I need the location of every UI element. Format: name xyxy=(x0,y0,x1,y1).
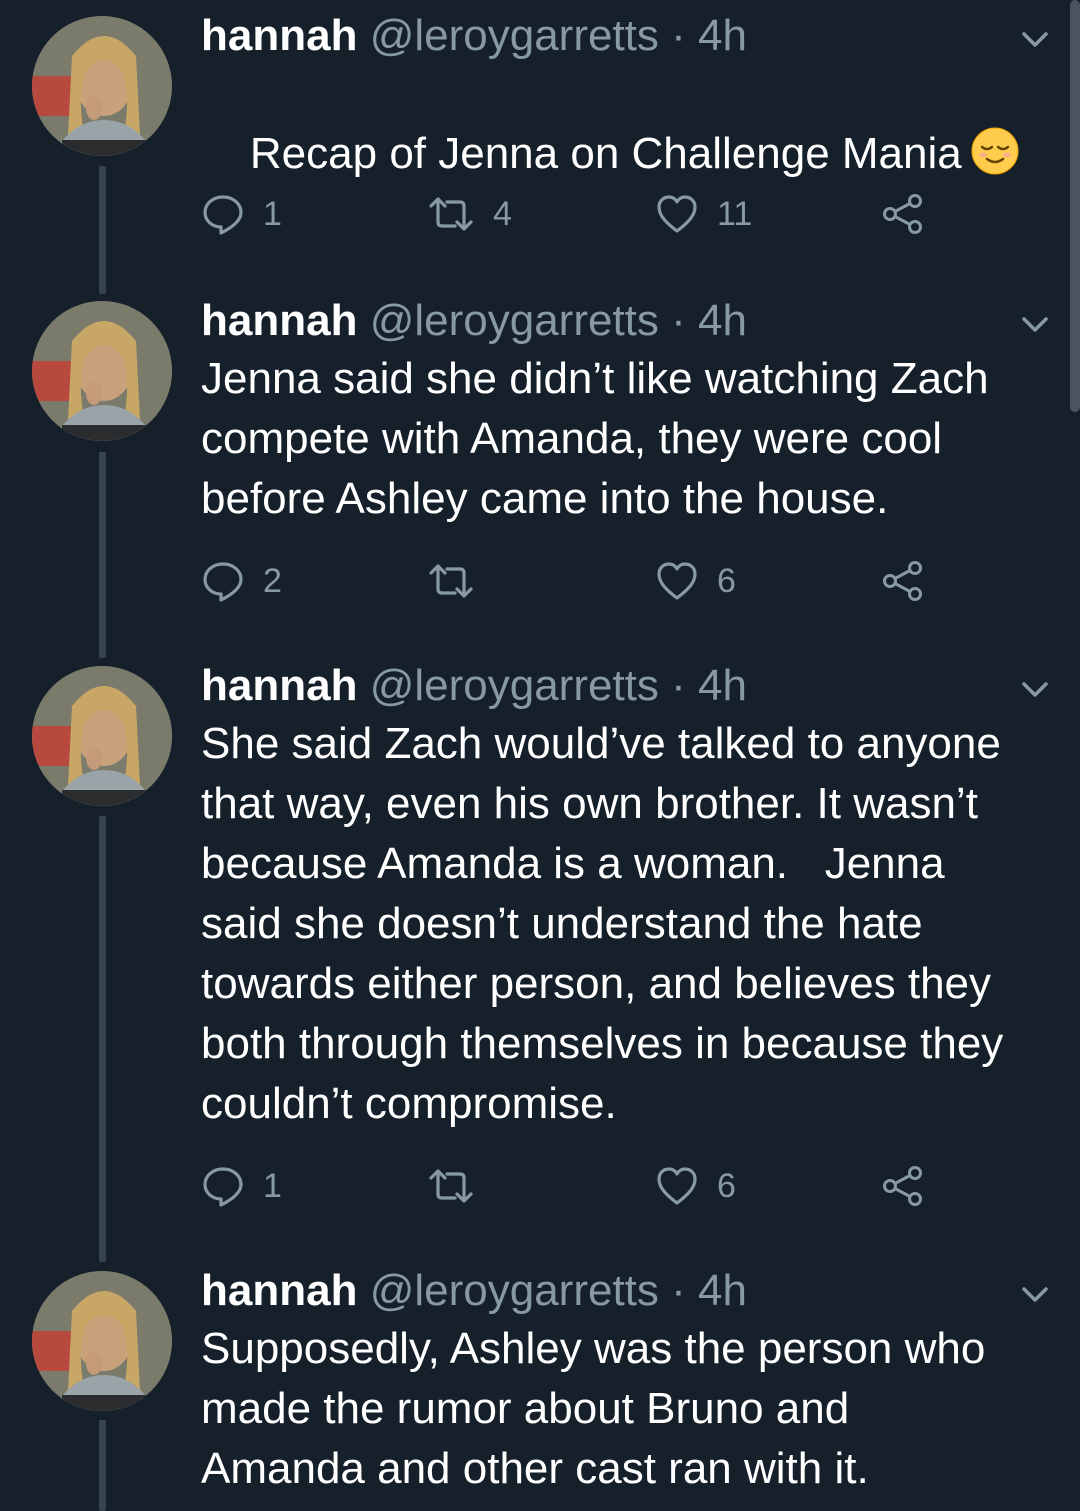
reply-button[interactable]: 1 xyxy=(201,1160,282,1212)
share-button[interactable] xyxy=(881,1160,925,1212)
separator-dot: · xyxy=(671,1266,686,1315)
share-icon xyxy=(883,194,922,234)
reply-bubble-icon xyxy=(203,1167,243,1207)
author-name[interactable]: hannah xyxy=(201,661,357,710)
reply-count: 2 xyxy=(263,561,282,600)
retweet-icon xyxy=(429,1169,473,1203)
reply-count: 1 xyxy=(263,1166,282,1205)
retweet-icon xyxy=(429,564,473,598)
share-button[interactable] xyxy=(881,555,925,607)
avatar[interactable] xyxy=(32,666,172,806)
avatar[interactable] xyxy=(32,16,172,156)
like-count: 6 xyxy=(717,1166,736,1205)
author-handle[interactable]: @leroygarretts xyxy=(370,11,659,60)
tweet-time[interactable]: 4h xyxy=(698,296,747,345)
like-button[interactable]: 6 xyxy=(655,555,736,607)
heart-icon xyxy=(657,1167,697,1205)
share-icon xyxy=(883,561,922,601)
retweet-button[interactable] xyxy=(427,1160,493,1212)
author-name[interactable]: hannah xyxy=(201,1266,357,1315)
tweet[interactable]: hannah @leroygarretts · 4h Jenna said sh… xyxy=(0,285,1080,635)
tweet-actions: 1 4 11 xyxy=(201,188,961,240)
author-handle[interactable]: @leroygarretts xyxy=(370,661,659,710)
tweet-text: Jenna said she didn’t like watching Zach… xyxy=(201,354,989,523)
retweet-icon xyxy=(429,197,473,231)
reply-bubble-icon xyxy=(203,195,243,235)
separator-dot: · xyxy=(671,661,686,710)
like-count: 11 xyxy=(717,194,753,233)
tweet-header: hannah @leroygarretts · 4h xyxy=(201,1263,747,1319)
tweet[interactable]: hannah @leroygarretts · 4h She said Zach… xyxy=(0,650,1080,1230)
tweet-time[interactable]: 4h xyxy=(698,1266,747,1315)
tweet-header: hannah @leroygarretts · 4h xyxy=(201,8,747,64)
author-name[interactable]: hannah xyxy=(201,296,357,345)
tweet[interactable]: hannah @leroygarretts · 4h Supposedly, A… xyxy=(0,1255,1080,1511)
author-name[interactable]: hannah xyxy=(201,11,357,60)
like-button[interactable]: 11 xyxy=(655,188,752,240)
retweet-button[interactable] xyxy=(427,555,493,607)
chevron-down-icon[interactable] xyxy=(1018,307,1052,341)
separator-dot: · xyxy=(671,296,686,345)
share-button[interactable] xyxy=(881,188,925,240)
tweet-header: hannah @leroygarretts · 4h xyxy=(201,658,747,714)
tweet-text: Recap of Jenna on Challenge Mania xyxy=(249,129,962,178)
avatar[interactable] xyxy=(32,301,172,441)
chevron-down-icon[interactable] xyxy=(1018,22,1052,56)
like-count: 6 xyxy=(717,561,736,600)
tweet-actions: 1 6 xyxy=(201,1160,961,1212)
tweet-text: She said Zach would’ve talked to anyone … xyxy=(201,719,1004,1128)
reply-count: 1 xyxy=(263,194,282,233)
heart-icon xyxy=(657,195,697,233)
author-handle[interactable]: @leroygarretts xyxy=(370,296,659,345)
reply-button[interactable]: 2 xyxy=(201,555,282,607)
tweet-actions: 2 6 xyxy=(201,555,961,607)
separator-dot: · xyxy=(671,11,686,60)
relieved-face-emoji-icon xyxy=(970,126,1020,192)
avatar[interactable] xyxy=(32,1271,172,1411)
tweet-header: hannah @leroygarretts · 4h xyxy=(201,293,747,349)
author-handle[interactable]: @leroygarretts xyxy=(370,1266,659,1315)
tweet-time[interactable]: 4h xyxy=(698,11,747,60)
reply-button[interactable]: 1 xyxy=(201,188,282,240)
share-icon xyxy=(883,1166,922,1206)
heart-icon xyxy=(657,562,697,600)
tweet[interactable]: hannah @leroygarretts · 4h Recap of Jenn… xyxy=(0,0,1080,270)
chevron-down-icon[interactable] xyxy=(1018,672,1052,706)
retweet-count: 4 xyxy=(493,194,512,233)
tweet-time[interactable]: 4h xyxy=(698,661,747,710)
like-button[interactable]: 6 xyxy=(655,1160,736,1212)
retweet-button[interactable]: 4 xyxy=(427,188,512,240)
chevron-down-icon[interactable] xyxy=(1018,1277,1052,1311)
tweet-text: Supposedly, Ashley was the person who ma… xyxy=(201,1324,986,1493)
reply-bubble-icon xyxy=(203,562,243,602)
